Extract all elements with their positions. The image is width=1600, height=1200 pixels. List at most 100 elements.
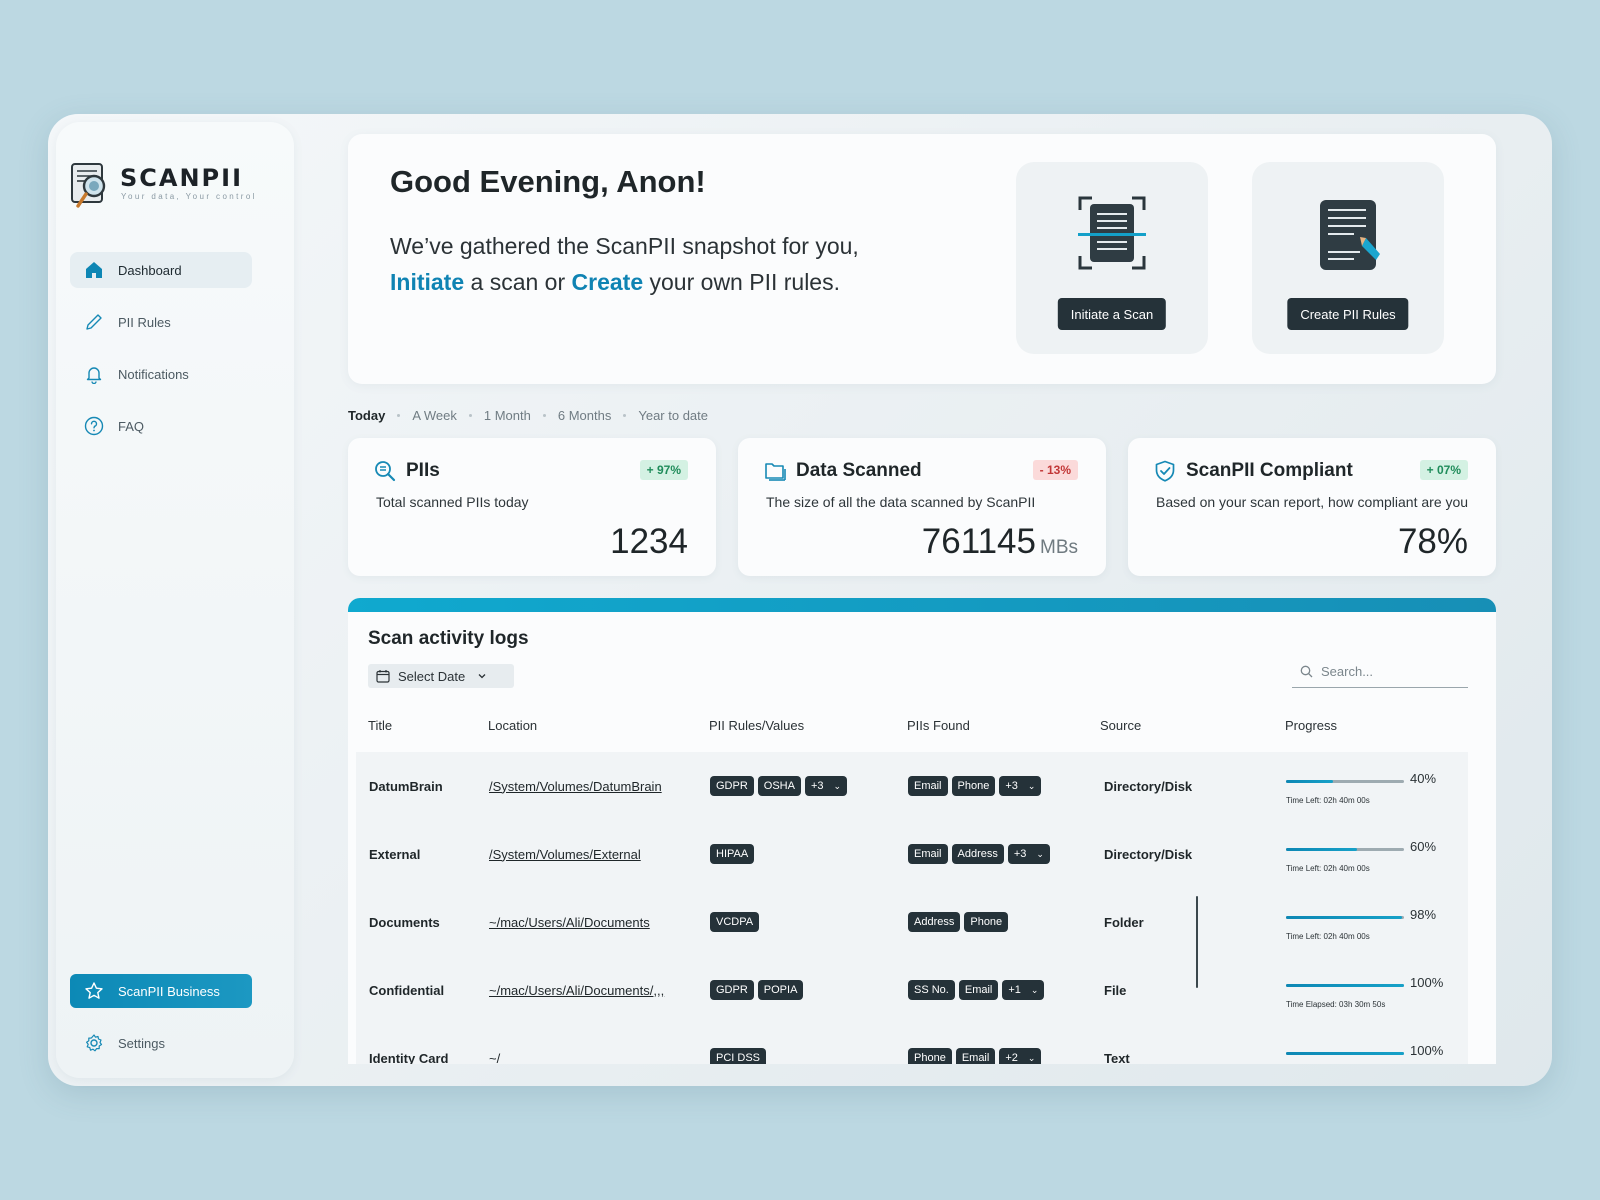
progress-indicator: 100% <box>1286 1024 1456 1064</box>
more-count: +3 <box>1013 848 1027 860</box>
change-badge: - 13% <box>1032 460 1078 480</box>
table-row[interactable]: Confidential ~/mac/Users/Ali/Documents/,,… <box>356 956 1468 1024</box>
row-source: Folder <box>1104 914 1144 930</box>
edit-document-icon <box>1320 200 1380 270</box>
progress-fill <box>1286 984 1404 987</box>
sidebar-item-label: FAQ <box>118 418 145 434</box>
tab-year-to-date[interactable]: Year to date <box>638 408 708 423</box>
gear-icon <box>86 1034 103 1052</box>
logs-accent-bar <box>348 598 1496 612</box>
separator-dot <box>542 414 546 417</box>
pii-chip: Email <box>908 776 948 796</box>
pii-chip: Email <box>955 1048 996 1064</box>
more-piis-chip[interactable]: +2 ⌄ <box>999 1048 1042 1064</box>
pii-chip: Phone <box>951 776 996 796</box>
more-piis-chip[interactable]: +3 ⌄ <box>1007 844 1050 864</box>
initiate-scan-card[interactable]: Initiate a Scan <box>1016 162 1208 354</box>
progress-track <box>1286 848 1404 851</box>
row-location-link[interactable]: ~/ <box>489 1024 500 1065</box>
pii-chip: SS No. <box>908 980 955 1000</box>
more-piis-chip[interactable]: +3 ⌄ <box>999 776 1042 796</box>
progress-track <box>1286 1052 1404 1055</box>
progress-indicator: 60% Time Left: 02h 40m 00s <box>1286 820 1456 888</box>
create-link[interactable]: Create <box>572 269 644 295</box>
row-location-link[interactable]: /System/Volumes/DatumBrain <box>489 752 662 820</box>
more-rules-chip[interactable]: +3 ⌄ <box>804 776 848 796</box>
sidebar-item-dashboard[interactable]: Dashboard <box>70 252 252 288</box>
table-row[interactable]: Identity Card ~/ PCI DSS Phone Email +2 ⌄ Text 1… <box>356 1024 1468 1064</box>
tab-1-month[interactable]: 1 Month <box>484 408 531 423</box>
row-title: Identity Card <box>369 1050 449 1065</box>
pii-chip: Address <box>951 844 1004 864</box>
more-piis-chip[interactable]: +1 ⌄ <box>1002 980 1045 1000</box>
row-piis: Email Phone +3 ⌄ <box>908 752 1045 820</box>
logs-title: Scan activity logs <box>368 628 529 649</box>
sidebar-item-label: Notifications <box>118 366 189 382</box>
progress-fill <box>1286 916 1402 919</box>
initiate-scan-button[interactable]: Initiate a Scan <box>1057 298 1167 330</box>
sidebar: SCANPII Your data, Your control Dashboar… <box>56 122 294 1078</box>
stat-number: 78% <box>1397 522 1468 561</box>
progress-percent: 100% <box>1410 1043 1444 1058</box>
stat-value: 78% <box>1398 522 1468 562</box>
rule-chip: OSHA <box>757 776 801 796</box>
row-location-link[interactable]: ~/mac/Users/Ali/Documents <box>489 888 650 956</box>
scan-document-icon <box>1078 196 1146 270</box>
column-header: PIIs Found <box>907 718 970 733</box>
progress-fill <box>1286 780 1334 783</box>
table-row[interactable]: Documents ~/mac/Users/Ali/Documents VCDPA A… <box>356 888 1468 956</box>
sidebar-item-pii-rules[interactable]: PII Rules <box>70 304 252 340</box>
sidebar-item-notifications[interactable]: Notifications <box>70 356 252 392</box>
progress-track <box>1286 780 1404 783</box>
question-icon <box>84 416 104 436</box>
tab-6-months[interactable]: 6 Months <box>558 408 611 423</box>
row-source: File <box>1104 982 1127 998</box>
star-icon <box>85 982 103 999</box>
stat-description: Based on your scan report, how compliant… <box>1156 494 1469 510</box>
tab-today[interactable]: Today <box>348 408 385 423</box>
progress-indicator: 40% Time Left: 02h 40m 00s <box>1286 752 1456 820</box>
sidebar-item-faq[interactable]: FAQ <box>70 408 252 444</box>
separator-dot <box>623 414 627 417</box>
rule-chip: GDPR <box>710 776 754 796</box>
folder-icon <box>765 463 786 481</box>
create-rules-card[interactable]: Create PII Rules <box>1252 162 1444 354</box>
settings-label: Settings <box>118 1035 165 1051</box>
table-scrollbar[interactable] <box>1196 896 1198 988</box>
rule-chip: PCI DSS <box>710 1048 767 1064</box>
brand-tagline: Your data, Your control <box>121 192 257 201</box>
table-row[interactable]: DatumBrain/System/Volumes/DatumBrain GDPR… <box>356 752 1468 820</box>
stat-card-piis: PIIs + 97% Total scanned PIIs today 1234 <box>348 438 716 576</box>
stat-number: 761145 <box>921 522 1036 561</box>
tab-week[interactable]: A Week <box>412 408 457 423</box>
row-rules: GDPR OSHA +3 ⌄ <box>710 752 851 820</box>
greeting-text: We’ve gathered the ScanPII snapshot for … <box>390 228 950 300</box>
brand-name: SCANPII <box>120 164 244 192</box>
settings-button[interactable]: Settings <box>70 1025 252 1061</box>
greeting-mid: a scan or <box>464 269 572 295</box>
more-count: +2 <box>1005 1052 1018 1064</box>
rule-chip: GDPR <box>710 980 754 1000</box>
row-location-link[interactable]: /System/Volumes/External <box>489 820 641 888</box>
stat-card-compliance: ScanPII Compliant + 07% Based on your sc… <box>1128 438 1496 576</box>
sidebar-nav: Dashboard PII Rules Notifications FAQ <box>70 252 252 460</box>
search-input[interactable]: Search... <box>1292 656 1468 688</box>
table-row[interactable]: External/System/Volumes/External HIPAA Ema… <box>356 820 1468 888</box>
row-location-link[interactable]: ~/mac/Users/Ali/Documents/,,, <box>489 956 664 1024</box>
progress-time: Time Left: 02h 40m 00s <box>1286 864 1370 873</box>
date-select-label: Select Date <box>398 668 466 684</box>
progress-time: Time Left: 02h 40m 00s <box>1286 932 1370 941</box>
initiate-link[interactable]: Initiate <box>390 269 464 295</box>
rule-chip: POPIA <box>757 980 804 1000</box>
create-pii-rules-button[interactable]: Create PII Rules <box>1287 298 1409 330</box>
row-rules: PCI DSS <box>710 1024 770 1064</box>
progress-track <box>1286 984 1404 987</box>
chevron-down-icon: ⌄ <box>1027 1052 1036 1063</box>
scanpii-business-button[interactable]: ScanPII Business <box>70 974 252 1008</box>
business-label: ScanPII Business <box>118 983 220 999</box>
stat-value: 1234 <box>610 522 688 562</box>
progress-percent: 60% <box>1410 839 1437 854</box>
table-body: DatumBrain/System/Volumes/DatumBrain GDPR… <box>356 752 1468 1064</box>
date-select-dropdown[interactable]: Select Date <box>368 664 514 688</box>
row-title: DatumBrain <box>369 778 443 794</box>
